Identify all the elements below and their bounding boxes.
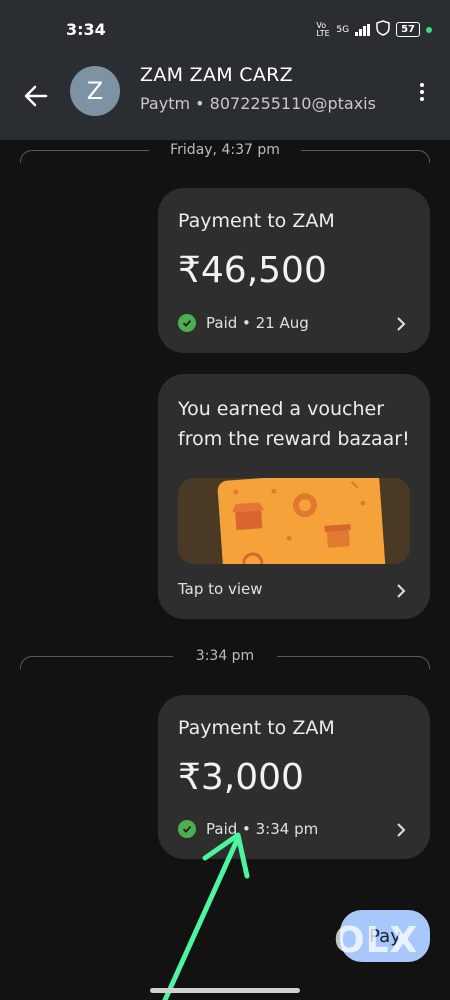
- date-separator: 3:34 pm: [20, 648, 430, 669]
- check-circle-icon: [178, 314, 196, 332]
- status-icons: Vo LTE 5G 57: [316, 20, 432, 39]
- payment-amount: ₹46,500: [178, 250, 327, 291]
- check-circle-icon: [178, 820, 196, 838]
- date-separator-label: Friday, 4:37 pm: [170, 142, 280, 158]
- volte-icon: Vo LTE: [316, 20, 330, 38]
- payment-status: Paid • 21 Aug: [178, 314, 309, 332]
- arrow-left-icon: [24, 85, 48, 107]
- chevron-right-icon: [397, 823, 406, 837]
- chevron-right-icon: [397, 584, 406, 598]
- date-separator-label: 3:34 pm: [195, 648, 255, 664]
- payment-amount: ₹3,000: [178, 757, 304, 798]
- payment-title: Payment to ZAM: [178, 210, 335, 232]
- payment-title: Payment to ZAM: [178, 717, 335, 739]
- voucher-card[interactable]: You earned a voucher from the reward baz…: [158, 374, 430, 619]
- signal-icon: [355, 23, 371, 36]
- payment-status: Paid • 3:34 pm: [178, 820, 318, 838]
- status-bar: 3:34 Vo LTE 5G 57: [0, 0, 450, 60]
- battery-icon: 57: [396, 22, 420, 37]
- status-time: 3:34: [66, 20, 106, 39]
- network-label: 5G: [336, 24, 350, 35]
- avatar[interactable]: Z: [70, 66, 120, 116]
- back-button[interactable]: [18, 78, 54, 114]
- gift-voucher-icon: [217, 478, 386, 564]
- voucher-message: You earned a voucher from the reward baz…: [178, 398, 410, 450]
- date-separator: Friday, 4:37 pm: [20, 142, 430, 163]
- more-options-button[interactable]: [416, 80, 428, 108]
- contact-name[interactable]: ZAM ZAM CARZ: [140, 64, 293, 86]
- contact-upi-id: Paytm • 8072255110@ptaxis: [140, 94, 376, 113]
- shield-icon: [376, 20, 390, 39]
- payment-card[interactable]: Payment to ZAM ₹46,500 Paid • 21 Aug: [158, 188, 430, 353]
- olx-watermark: OLX: [334, 920, 419, 961]
- payment-status-label: Paid • 21 Aug: [206, 314, 309, 332]
- privacy-indicator-icon: [426, 26, 432, 33]
- voucher-image: [178, 478, 410, 564]
- chat-header: Z ZAM ZAM CARZ Paytm • 8072255110@ptaxis: [0, 60, 450, 140]
- payment-card[interactable]: Payment to ZAM ₹3,000 Paid • 3:34 pm: [158, 695, 430, 859]
- payment-status-label: Paid • 3:34 pm: [206, 820, 319, 838]
- tap-to-view-label: Tap to view: [178, 580, 263, 598]
- more-vert-icon: [420, 83, 424, 87]
- home-indicator[interactable]: [150, 988, 300, 993]
- chevron-right-icon: [397, 317, 406, 331]
